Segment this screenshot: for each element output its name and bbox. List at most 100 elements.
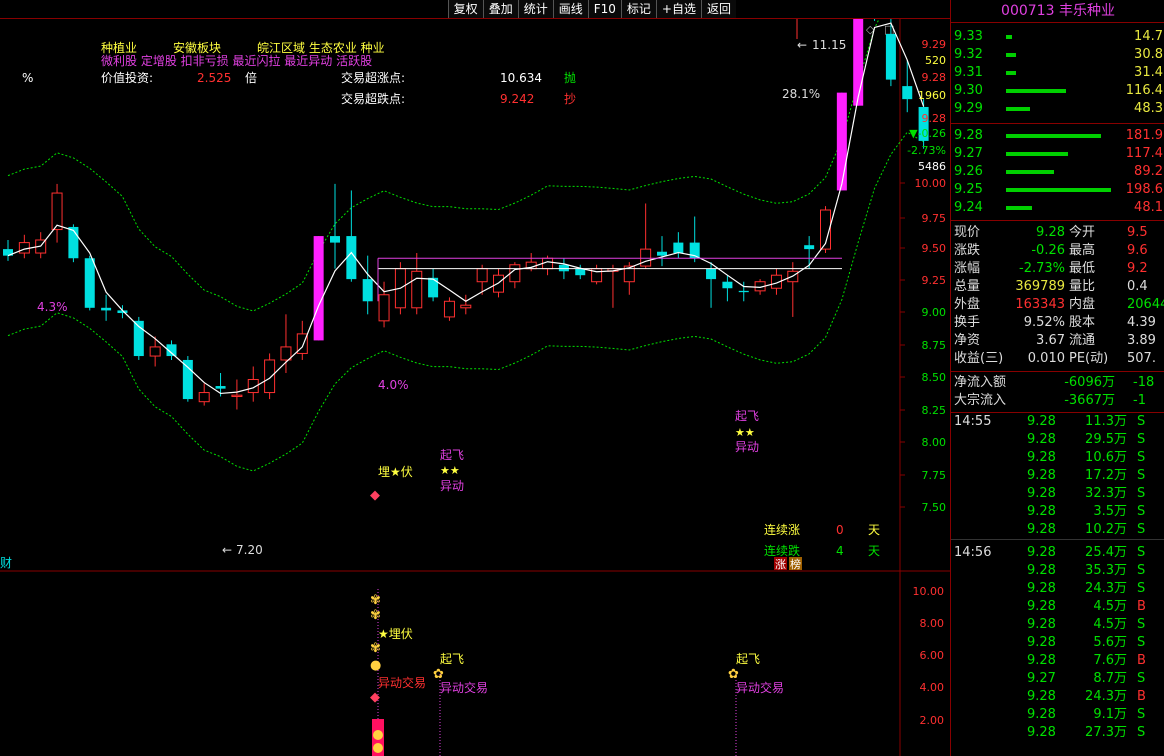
price-axis-label: 520	[925, 54, 946, 67]
candle-body	[51, 192, 63, 231]
candle-body	[853, 19, 864, 106]
tick-row: 9.28 24.3万 S	[1027, 581, 1146, 596]
sub-yidong-label-1: 异动交易	[378, 675, 426, 690]
bid-row: 9.28 181.9	[954, 128, 1163, 143]
lianjie-count: 4	[836, 544, 844, 558]
candle-body	[18, 242, 30, 254]
stat-row: 总量 369789 量比 0.4	[954, 279, 1148, 294]
tick-row: 9.28 5.6万 S	[1027, 635, 1146, 650]
flower-icon-2: ✿	[728, 667, 739, 682]
low-label: 7.20	[236, 543, 263, 557]
ask-row: 9.29 48.3	[954, 101, 1163, 116]
candle-body	[378, 294, 390, 322]
tick-row: 9.27 8.7万 S	[1027, 671, 1146, 686]
sub-axis-label: 2.00	[920, 714, 945, 727]
pct-28-label: 28.1%	[782, 87, 820, 101]
candle-body	[68, 226, 79, 259]
ask-row: 9.31 31.4	[954, 65, 1163, 80]
candle-body	[509, 264, 521, 283]
candle-body	[330, 236, 340, 243]
butterfly-icon-2: ✾	[370, 608, 381, 623]
price-axis-label: ▼-0.26	[909, 127, 946, 140]
tick-row: 9.28 10.6万 S	[1027, 450, 1146, 465]
price-axis-label: 9.50	[922, 242, 947, 255]
price-axis-label: 9.28	[922, 112, 947, 125]
lianzhang-label: 连续涨	[764, 522, 800, 537]
price-axis-label: 8.00	[922, 436, 947, 449]
sub-yidong-label-3: 异动交易	[736, 680, 784, 695]
toolbar-button-3[interactable]: 画线	[552, 0, 588, 18]
stat-row: 换手 9.52% 股本 4.39	[954, 315, 1156, 330]
yidong-label-2: 异动	[735, 440, 759, 454]
toolbar-button-2[interactable]: 统计	[517, 0, 553, 18]
candle-body	[198, 392, 210, 403]
sub-axis-label: 6.00	[920, 649, 945, 662]
tick-row: 14:55 9.28 11.3万 S	[954, 414, 1146, 429]
lianjie-label: 连续跌	[764, 543, 800, 558]
candle-body	[362, 279, 373, 302]
candle-body	[476, 268, 488, 283]
candle-body	[738, 290, 749, 293]
sub-axis-label: 10.00	[913, 585, 945, 598]
toolbar-button-6[interactable]: +自选	[655, 0, 701, 18]
quote-panel: 000713 丰乐种业 9.33 14.7 9.32 30.8 9.31 31.4 9.30…	[950, 0, 1164, 756]
stat-row: 收益(三) 0.010 PE(动) 507.	[954, 351, 1156, 366]
maifu-label: 埋★伏	[378, 465, 413, 479]
sub-axis: 10.00 8.00 6.00 4.00 2.00	[913, 585, 945, 727]
toolbar-button-1[interactable]: 叠加	[482, 0, 518, 18]
zhang-badge: 涨	[775, 558, 786, 571]
bang-badge: 榜	[790, 557, 801, 571]
ask-row: 9.32 30.8	[954, 47, 1163, 62]
ask-row: 9.30 116.4	[954, 83, 1163, 98]
candle-body	[885, 33, 896, 80]
sub-qifei-label-2: 起飞	[736, 652, 760, 666]
tick-row: 9.28 17.2万 S	[1027, 468, 1146, 483]
candle-body	[673, 242, 684, 254]
candle-body	[215, 386, 226, 389]
price-axis-label: 9.29	[922, 38, 947, 51]
tian-label-1: 天	[868, 523, 880, 537]
flower-icon: ✿	[433, 667, 444, 682]
toolbar-button-0[interactable]: 复权	[447, 0, 483, 18]
high-label: 11.15	[812, 38, 846, 52]
butterfly-icon: ✾	[370, 593, 381, 608]
stat-row: 涨幅 -2.73% 最低 9.2	[954, 261, 1148, 276]
value-unit: 倍	[245, 70, 257, 85]
money-bag-icon: ●	[370, 658, 381, 673]
candle-body	[313, 236, 324, 341]
tick-row: 9.28 29.5万 S	[1027, 432, 1146, 447]
kline-chart[interactable]: 种植业 安徽板块 皖江区域 生态农业 种业 微利股 定增股 扣非亏损 最近闪拉 …	[0, 19, 950, 756]
price-axis-label: 5486	[918, 160, 946, 173]
stats-grid: 现价 9.28 今开 9.5 涨跌 -0.26 最高 9.6 涨幅 -2.73% 最低 9.2 总量 36…	[951, 221, 1164, 372]
candle-body	[657, 251, 667, 256]
bid-row: 9.26 89.2	[954, 164, 1163, 179]
candle-body	[411, 270, 423, 309]
overbought-label: 交易超涨点:	[341, 70, 405, 85]
tick-row: 14:56 9.28 25.4万 S	[954, 545, 1146, 560]
tick-list: 14:55 9.28 11.3万 S 9.28 29.5万 S 9.28 10.6万 S 9.28 1…	[951, 413, 1164, 742]
candle-body	[460, 304, 472, 309]
candle-body	[902, 86, 913, 100]
tick-row: 9.28 35.3万 S	[1027, 563, 1146, 578]
flow-row: 净流入额 -6096万 -18	[954, 375, 1155, 390]
candle-body	[804, 245, 815, 250]
value-label: 价值投资:	[101, 70, 153, 85]
stat-row: 现价 9.28 今开 9.5	[954, 225, 1148, 240]
tick-row: 9.28 27.3万 S	[1027, 725, 1146, 740]
tick-row: 9.28 32.3万 S	[1027, 486, 1146, 501]
sub-axis-label: 8.00	[920, 617, 945, 630]
gem-icon-2: ◆	[370, 690, 380, 705]
stars-2: ★★	[735, 426, 755, 439]
toolbar-button-4[interactable]: F10	[587, 0, 621, 18]
price-axis-label: 7.75	[922, 469, 947, 482]
gem-icon: ◆	[370, 488, 380, 503]
ask-list: 9.33 14.7 9.32 30.8 9.31 31.4 9.30 116.4 9.29 48.…	[951, 23, 1164, 124]
value-number: 2.525	[197, 71, 231, 85]
toolbar-button-5[interactable]: 标记	[620, 0, 656, 18]
oversold-value: 9.242	[500, 92, 534, 106]
sub-yidong-label-2: 异动交易	[440, 680, 488, 695]
stars-1: ★★	[440, 464, 460, 477]
toolbar: 复权 叠加 统计 画线 F10 标记 +自选 返回	[447, 0, 736, 18]
candle-body	[231, 394, 243, 397]
toolbar-button-7[interactable]: 返回	[700, 0, 736, 18]
